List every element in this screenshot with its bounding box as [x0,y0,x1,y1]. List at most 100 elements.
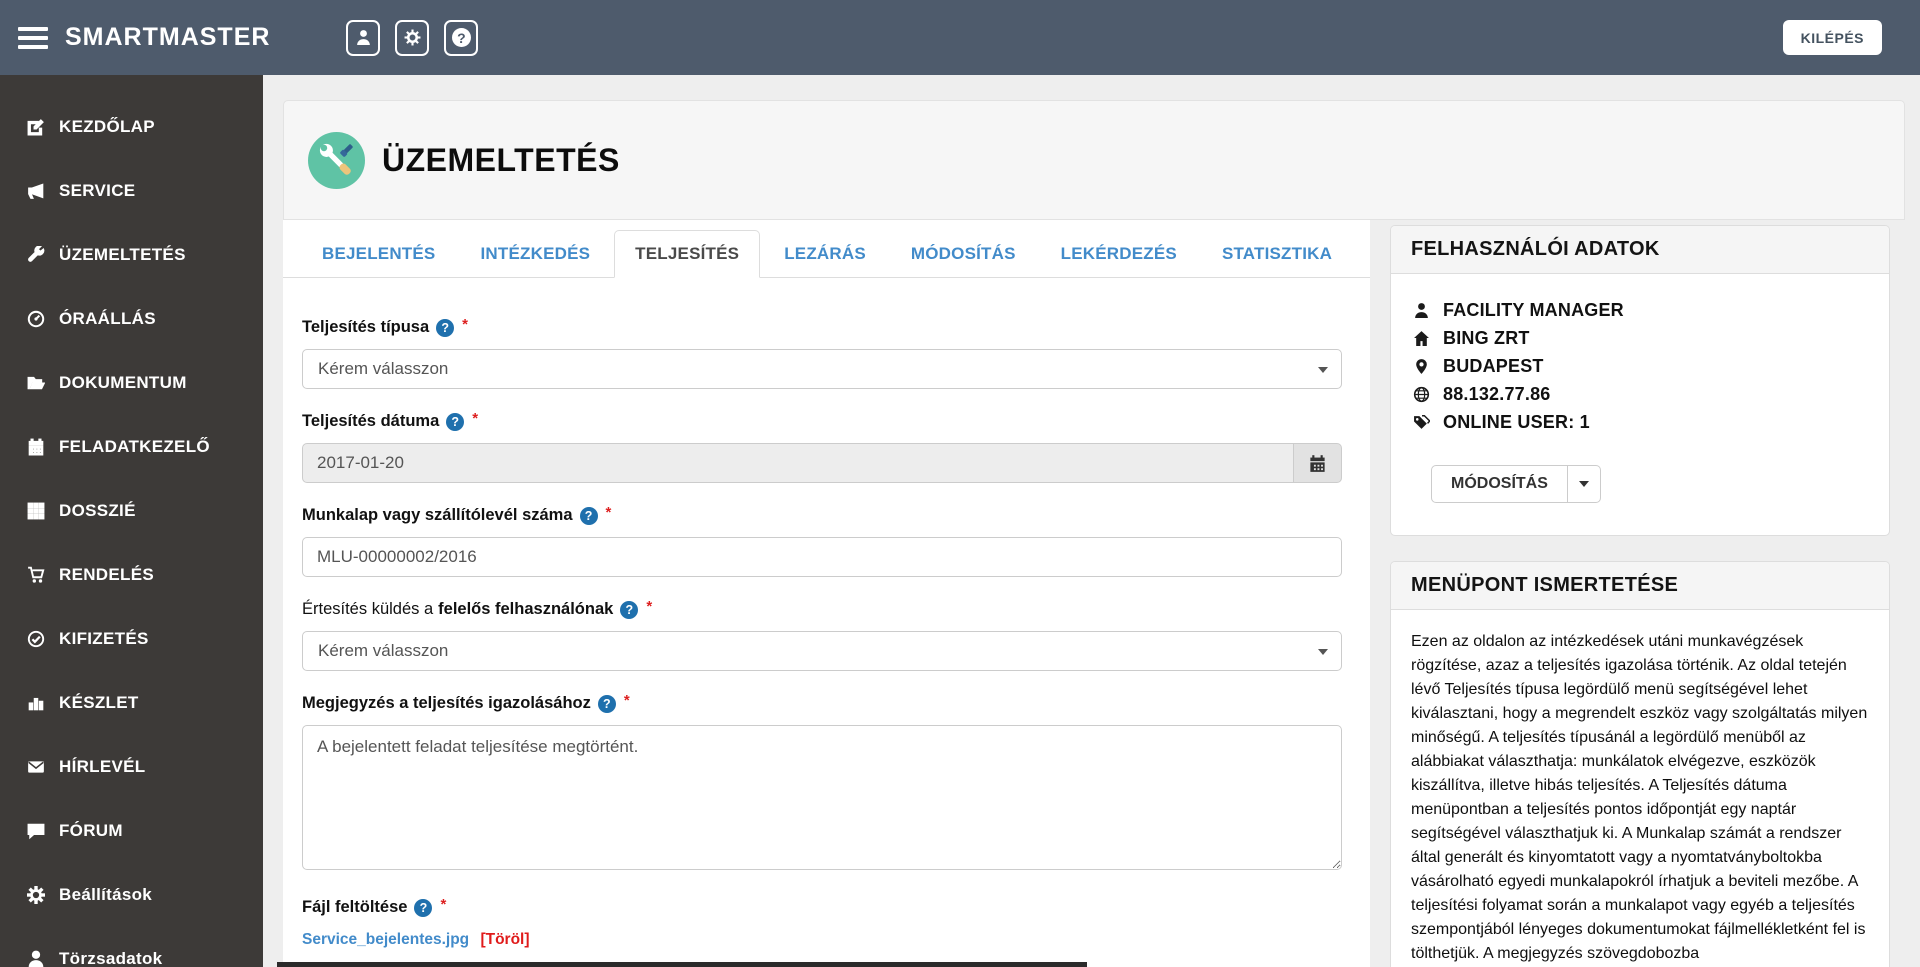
uploaded-file-link[interactable]: Service_bejelentes.jpg [302,931,469,948]
user-data-list: FACILITY MANAGER BING ZRT BUDAPEST 88.13… [1411,300,1869,433]
topbar-buttons: ? [346,20,478,56]
sidebar: KEZDŐLAP SERVICE ÜZEMELTETÉS ÓRAÁLLÁS DO… [0,75,263,967]
sidebar-item-dokumentum[interactable]: DOKUMENTUM [0,351,263,415]
calendar-button[interactable] [1294,443,1342,483]
delete-file-button[interactable]: [Töröl] [480,931,529,948]
topbar: SMARTMASTER ? KILÉPÉS [0,0,1920,75]
sidebar-item-keszlet[interactable]: KÉSZLET [0,671,263,735]
tab-lezaras[interactable]: LEZÁRÁS [763,230,887,278]
gear-icon [26,885,46,905]
field-label: Megjegyzés a teljesítés igazolásához [302,694,591,713]
home-icon [1411,329,1431,349]
tab-bejelentes[interactable]: BEJELENTÉS [301,230,456,278]
tab-teljesites[interactable]: TELJESÍTÉS [614,230,760,278]
menu-info-text: Ezen az oldalon az intézkedések utáni mu… [1411,630,1869,966]
right-column: FELHASZNÁLÓI ADATOK FACILITY MANAGER BIN… [1390,225,1890,967]
field-label-prefix: Értesítés küldés a [302,600,433,619]
modify-button[interactable]: MÓDOSÍTÁS [1431,465,1568,503]
modify-split-button: MÓDOSÍTÁS [1431,465,1601,503]
munkalap-szam-input[interactable] [302,537,1342,577]
teljesites-form: Teljesítés típusa ? * Kérem válasszon Te… [283,278,1370,949]
field-teljesites-datuma: Teljesítés dátuma ? * [302,412,1342,483]
teljesites-datuma-input[interactable] [302,443,1294,483]
field-teljesites-tipusa: Teljesítés típusa ? * Kérem válasszon [302,318,1342,389]
required-marker: * [624,692,630,709]
teljesites-tipusa-select[interactable]: Kérem válasszon [302,349,1342,389]
hamburger-menu-icon[interactable] [18,27,48,49]
logout-button[interactable]: KILÉPÉS [1783,20,1882,55]
list-item: 88.132.77.86 [1411,384,1869,405]
sidebar-item-kifizetes[interactable]: KIFIZETÉS [0,607,263,671]
field-label-bold: felelős felhasználónak [438,600,613,619]
calendar-icon [1308,454,1327,473]
help-icon[interactable]: ? [598,695,616,713]
list-item: BUDAPEST [1411,356,1869,377]
cart-icon [26,565,46,585]
chevron-down-icon [1318,649,1328,655]
megaphone-icon [26,181,46,201]
megjegyzes-textarea[interactable]: A bejelentett feladat teljesítése megtör… [302,725,1342,870]
sidebar-item-dosszie[interactable]: DOSSZIÉ [0,479,263,543]
tags-icon [1411,413,1431,433]
chevron-down-icon [1318,367,1328,373]
map-marker-icon [1411,357,1431,377]
field-label: Fájl feltöltése [302,898,407,917]
tools-icon [308,132,365,189]
user-icon [355,29,372,46]
settings-button[interactable] [395,20,429,56]
profile-button[interactable] [346,20,380,56]
help-icon[interactable]: ? [414,899,432,917]
tab-bar: BEJELENTÉS INTÉZKEDÉS TELJESÍTÉS LEZÁRÁS… [283,220,1370,278]
ertesites-select[interactable]: Kérem válasszon [302,631,1342,671]
help-icon[interactable]: ? [446,413,464,431]
help-icon[interactable]: ? [620,601,638,619]
help-icon[interactable]: ? [436,319,454,337]
bar-chart-icon [26,693,46,713]
gear-icon [404,29,421,46]
sidebar-item-beallitasok[interactable]: Beállítások [0,863,263,927]
sidebar-item-hirlevel[interactable]: HÍRLEVÉL [0,735,263,799]
chevron-down-icon [1579,481,1589,487]
help-icon[interactable]: ? [580,507,598,525]
field-fajl-feltoltese: Fájl feltöltése ? * Service_bejelentes.j… [302,898,1342,949]
app-brand: SMARTMASTER [65,23,270,52]
required-marker: * [440,896,446,913]
envelope-icon [26,757,46,777]
tab-modositas[interactable]: MÓDOSÍTÁS [890,230,1037,278]
sidebar-item-uzemeltetes[interactable]: ÜZEMELTETÉS [0,223,263,287]
sidebar-item-feladatkezelo[interactable]: FELADATKEZELŐ [0,415,263,479]
globe-icon [1411,385,1431,405]
wrench-icon [26,245,46,265]
field-megjegyzes: Megjegyzés a teljesítés igazolásához ? *… [302,694,1342,875]
field-label: Munkalap vagy szállítólevél száma [302,506,573,525]
modify-dropdown-button[interactable] [1568,465,1601,503]
calendar-icon [26,437,46,457]
field-ertesites: Értesítés küldés a felelős felhasználóna… [302,600,1342,671]
tab-statisztika[interactable]: STATISZTIKA [1201,230,1353,278]
field-label: Teljesítés dátuma [302,412,439,431]
menu-info-panel: MENÜPONT ISMERTETÉSE Ezen az oldalon az … [1390,561,1890,967]
menu-info-panel-title: MENÜPONT ISMERTETÉSE [1391,562,1889,610]
page-header: ÜZEMELTETÉS [283,100,1905,220]
field-munkalap-szam: Munkalap vagy szállítólevél száma ? * [302,506,1342,577]
required-marker: * [462,316,468,333]
help-icon: ? [452,28,471,47]
folder-icon [26,373,46,393]
comment-icon [26,821,46,841]
edit-icon [26,117,46,137]
user-data-panel: FELHASZNÁLÓI ADATOK FACILITY MANAGER BIN… [1390,225,1890,536]
sidebar-item-oraallas[interactable]: ÓRAÁLLÁS [0,287,263,351]
sidebar-item-rendeles[interactable]: RENDELÉS [0,543,263,607]
required-marker: * [646,598,652,615]
sidebar-item-kezdolap[interactable]: KEZDŐLAP [0,95,263,159]
required-marker: * [472,410,478,427]
clipped-bottom-element [277,962,1087,967]
sidebar-item-service[interactable]: SERVICE [0,159,263,223]
user-data-panel-title: FELHASZNÁLÓI ADATOK [1391,226,1889,274]
sidebar-item-torzsadatok[interactable]: Törzsadatok [0,927,263,967]
tab-intezkedes[interactable]: INTÉZKEDÉS [459,230,611,278]
tab-lekerdezes[interactable]: LEKÉRDEZÉS [1040,230,1198,278]
field-label: Teljesítés típusa [302,318,429,337]
sidebar-item-forum[interactable]: FÓRUM [0,799,263,863]
help-button[interactable]: ? [444,20,478,56]
